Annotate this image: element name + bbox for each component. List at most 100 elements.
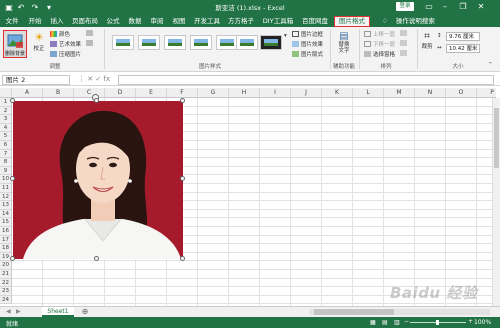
tab-formulas[interactable]: 公式 [104, 16, 122, 27]
compress-pictures-button[interactable]: 压缩图片 [50, 50, 81, 58]
column-header[interactable]: B [43, 88, 74, 98]
picture-layout-button[interactable]: 图片版式 [292, 50, 323, 58]
align-icon[interactable] [400, 30, 409, 36]
row-header[interactable]: 13 [0, 201, 12, 210]
width-input[interactable]: 10.42 厘米 [446, 44, 480, 53]
selected-picture[interactable] [13, 101, 183, 259]
row-header[interactable]: 3 [0, 115, 12, 124]
vertical-scrollbar[interactable] [492, 98, 500, 308]
column-header[interactable]: O [446, 88, 477, 98]
row-header[interactable]: 2 [0, 106, 12, 116]
row-header[interactable]: 18 [0, 244, 12, 253]
column-header[interactable]: J [291, 88, 322, 98]
alt-text-button[interactable]: ▤ 替换文字 [334, 31, 354, 54]
scroll-thumb[interactable] [494, 108, 499, 168]
row-header[interactable]: 11 [0, 184, 12, 193]
picture-style-2[interactable] [138, 35, 160, 50]
add-sheet-icon[interactable]: ⊕ [80, 307, 90, 317]
column-header[interactable]: P [477, 88, 496, 98]
tab-data[interactable]: 数据 [126, 16, 144, 27]
tab-fangfangezi[interactable]: 方方格子 [226, 16, 256, 27]
zoom-out-icon[interactable]: − [404, 318, 409, 325]
zoom-level[interactable]: 100% [474, 319, 491, 326]
rotate-icon[interactable] [400, 50, 409, 56]
column-header[interactable]: N [415, 88, 446, 98]
crop-button[interactable]: ⌗ 裁剪 [420, 31, 434, 50]
resize-handle-se[interactable] [180, 256, 185, 261]
row-header[interactable]: 23 [0, 287, 12, 296]
bring-forward-button[interactable]: 上移一层 [364, 30, 395, 38]
resize-handle-s[interactable] [94, 256, 99, 261]
row-header[interactable]: 5 [0, 132, 12, 141]
page-layout-view-icon[interactable]: ▤ [382, 319, 388, 326]
resize-handle-e[interactable] [180, 176, 185, 181]
column-header[interactable]: H [229, 88, 260, 98]
row-header[interactable]: 17 [0, 235, 12, 245]
page-break-view-icon[interactable]: ▥ [394, 319, 400, 326]
resize-handle-ne[interactable] [180, 98, 185, 103]
picture-border-button[interactable]: 图片边框 [292, 30, 323, 38]
h-scroll-thumb[interactable] [314, 309, 394, 315]
row-header[interactable]: 9 [0, 166, 12, 176]
row-header[interactable]: 7 [0, 149, 12, 159]
row-header[interactable]: 20 [0, 261, 12, 270]
select-all-corner[interactable] [0, 88, 12, 98]
picture-style-7[interactable] [260, 35, 282, 50]
name-box[interactable]: 图片 2 [2, 75, 70, 85]
tab-review[interactable]: 审阅 [148, 16, 166, 27]
restore-button[interactable]: ❐ [456, 1, 470, 13]
close-button[interactable]: ✕ [474, 1, 488, 13]
formula-icons[interactable]: ⋮ ✕ ✓ fx [78, 75, 110, 83]
resize-handle-sw[interactable] [10, 256, 15, 261]
login-button[interactable]: 登录 [396, 2, 414, 11]
tab-page-layout[interactable]: 页面布局 [70, 16, 100, 27]
tab-insert[interactable]: 插入 [48, 16, 66, 27]
zoom-in-icon[interactable]: + [468, 318, 473, 325]
tab-view[interactable]: 视图 [170, 16, 188, 27]
picture-effects-button[interactable]: 图片效果 [292, 40, 323, 48]
resize-handle-w[interactable] [10, 176, 15, 181]
horizontal-scrollbar[interactable] [310, 309, 490, 315]
column-header[interactable]: F [167, 88, 198, 98]
remove-background-button[interactable]: 删除背景 [3, 30, 27, 58]
tell-me-search[interactable]: ♢ 操作说明搜索 [382, 16, 435, 27]
selection-pane-button[interactable]: 选择窗格 [364, 50, 395, 58]
tab-diy-toolbox[interactable]: DIY工具箱 [260, 16, 296, 27]
formula-input[interactable] [118, 75, 494, 85]
tab-file[interactable]: 文件 [4, 16, 20, 27]
reset-picture-icon[interactable] [86, 40, 95, 46]
collapse-ribbon-icon[interactable]: ⌃ [488, 62, 493, 68]
column-header[interactable]: M [384, 88, 415, 98]
picture-style-5[interactable] [216, 35, 238, 50]
row-header[interactable]: 16 [0, 227, 12, 236]
row-header[interactable]: 12 [0, 192, 12, 202]
tab-developer[interactable]: 开发工具 [192, 16, 222, 27]
tab-baidu-netdisk[interactable]: 百度网盘 [300, 16, 330, 27]
resize-handle-nw[interactable] [10, 98, 15, 103]
picture-style-3[interactable] [164, 35, 186, 50]
column-header[interactable]: K [322, 88, 353, 98]
minimize-button[interactable]: – [438, 1, 452, 13]
row-header[interactable]: 24 [0, 295, 12, 305]
undo-icon[interactable]: ↶ [16, 2, 26, 12]
row-header[interactable]: 21 [0, 270, 12, 279]
tab-picture-format[interactable]: 图片格式 [334, 16, 370, 27]
tab-home[interactable]: 开始 [26, 16, 44, 27]
color-button[interactable]: 颜色 [50, 30, 70, 38]
artistic-effects-button[interactable]: 艺术效果 [50, 40, 81, 48]
prev-sheet-icon[interactable]: ◀ [6, 308, 11, 315]
picture-style-6[interactable] [236, 35, 258, 50]
column-header[interactable]: G [198, 88, 229, 98]
row-header[interactable]: 8 [0, 158, 12, 167]
row-header[interactable]: 6 [0, 141, 12, 150]
zoom-slider-knob[interactable] [436, 320, 439, 325]
column-header[interactable]: I [260, 88, 291, 98]
normal-view-icon[interactable]: ▦ [370, 319, 376, 326]
column-header[interactable]: C [74, 88, 105, 98]
corrections-button[interactable]: ☀ 校正 [32, 31, 46, 52]
column-header[interactable]: L [353, 88, 384, 98]
row-header[interactable]: 15 [0, 218, 12, 227]
column-header[interactable]: D [105, 88, 136, 98]
row-header[interactable]: 22 [0, 278, 12, 288]
sheet-tab-sheet1[interactable]: Sheet1 [42, 307, 74, 317]
